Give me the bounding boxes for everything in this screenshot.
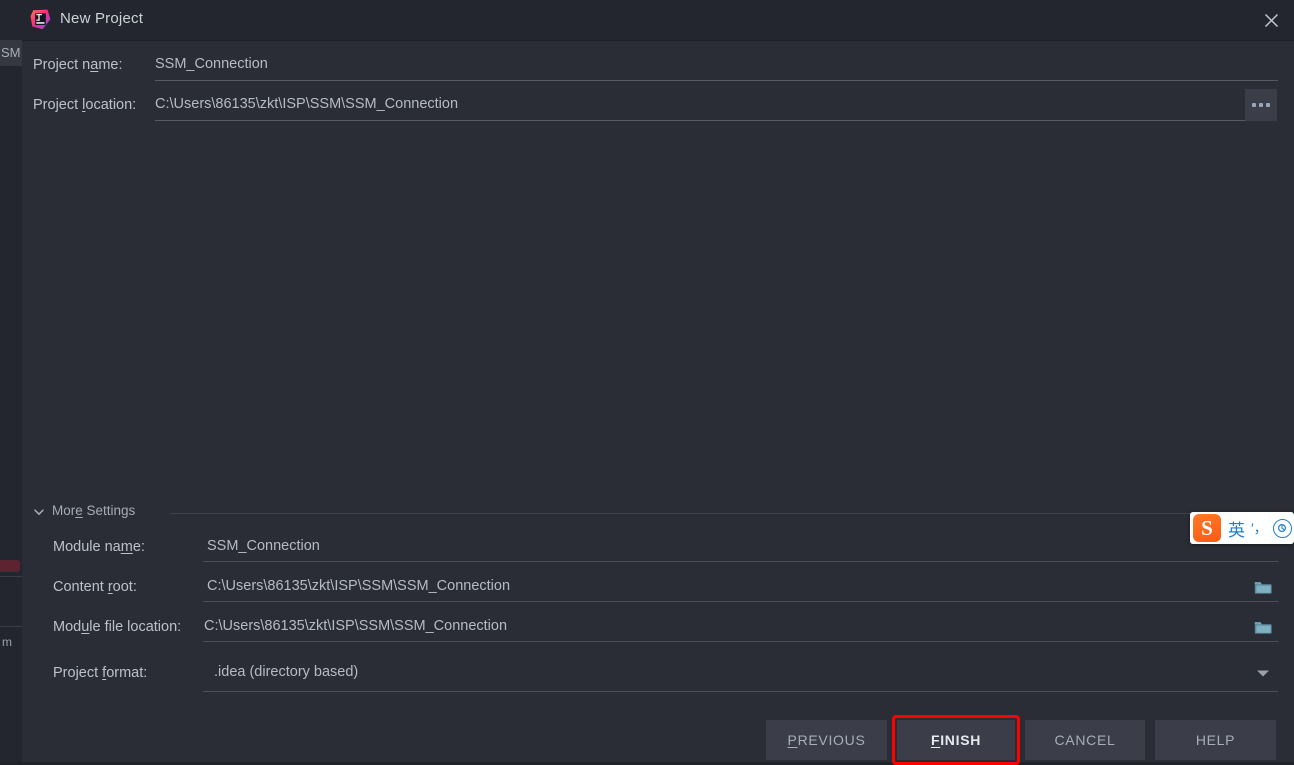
ime-mode-label[interactable]: 英 — [1228, 516, 1245, 541]
dialog-title: New Project — [60, 10, 144, 27]
ime-punctuation-icon[interactable]: ′， — [1251, 518, 1268, 538]
module-file-location-underline — [203, 641, 1278, 642]
sogou-ime-toolbar[interactable]: S 英 ′， — [1190, 512, 1294, 544]
content-root-input[interactable]: C:\Users\86135\zkt\ISP\SSM\SSM_Connectio… — [207, 578, 1247, 594]
chevron-down-icon — [33, 505, 45, 517]
module-file-location-input[interactable]: C:\Users\86135\zkt\ISP\SSM\SSM_Connectio… — [204, 618, 1244, 634]
help-button[interactable]: HELP — [1155, 720, 1276, 760]
project-name-underline — [155, 80, 1278, 81]
project-location-label: Project location: — [33, 97, 137, 113]
new-project-dialog: New Project Project name: SSM_Connection… — [22, 0, 1294, 765]
module-name-input[interactable]: SSM_Connection — [207, 538, 1257, 554]
project-format-chevron-down-icon[interactable] — [1250, 660, 1276, 686]
project-format-select[interactable]: .idea (directory based) — [214, 664, 1244, 680]
content-root-folder-icon[interactable] — [1250, 574, 1276, 600]
previous-button[interactable]: P REVIOUS — [766, 720, 887, 760]
more-settings-label: More Settings — [52, 503, 136, 518]
content-root-underline — [203, 601, 1278, 602]
ime-extra-icon[interactable] — [1272, 518, 1292, 538]
ide-error-marker — [0, 560, 20, 572]
sogou-logo-icon[interactable]: S — [1193, 514, 1221, 542]
intellij-idea-icon — [30, 9, 51, 30]
project-location-input[interactable]: C:\Users\86135\zkt\ISP\SSM\SSM_Connectio… — [155, 96, 1235, 112]
project-location-browse-button[interactable] — [1245, 89, 1277, 121]
more-settings-toggle[interactable]: More Settings — [33, 503, 135, 518]
ide-separator-upper — [0, 576, 22, 577]
more-settings-divider — [170, 513, 1278, 514]
project-format-label: Project format: — [53, 665, 148, 681]
cancel-button[interactable]: CANCEL — [1025, 720, 1145, 760]
content-root-label: Content root: — [53, 579, 137, 595]
module-file-location-folder-icon[interactable] — [1250, 614, 1276, 640]
ide-separator-lower — [0, 626, 22, 627]
finish-button[interactable]: F INISH — [897, 720, 1015, 760]
module-file-location-label: Module file location: — [53, 619, 182, 635]
module-name-label: Module name: — [53, 539, 145, 555]
ide-left-fragment: m — [2, 635, 12, 649]
project-name-input[interactable]: SSM_Connection — [155, 56, 1245, 72]
ide-tool-tab[interactable]: SM — [0, 40, 22, 66]
project-format-underline — [203, 691, 1278, 692]
project-name-label: Project name: — [33, 57, 123, 73]
module-name-underline — [203, 561, 1278, 562]
dialog-titlebar: New Project — [22, 0, 1294, 41]
project-location-underline — [155, 120, 1247, 121]
close-icon[interactable] — [1248, 0, 1294, 40]
